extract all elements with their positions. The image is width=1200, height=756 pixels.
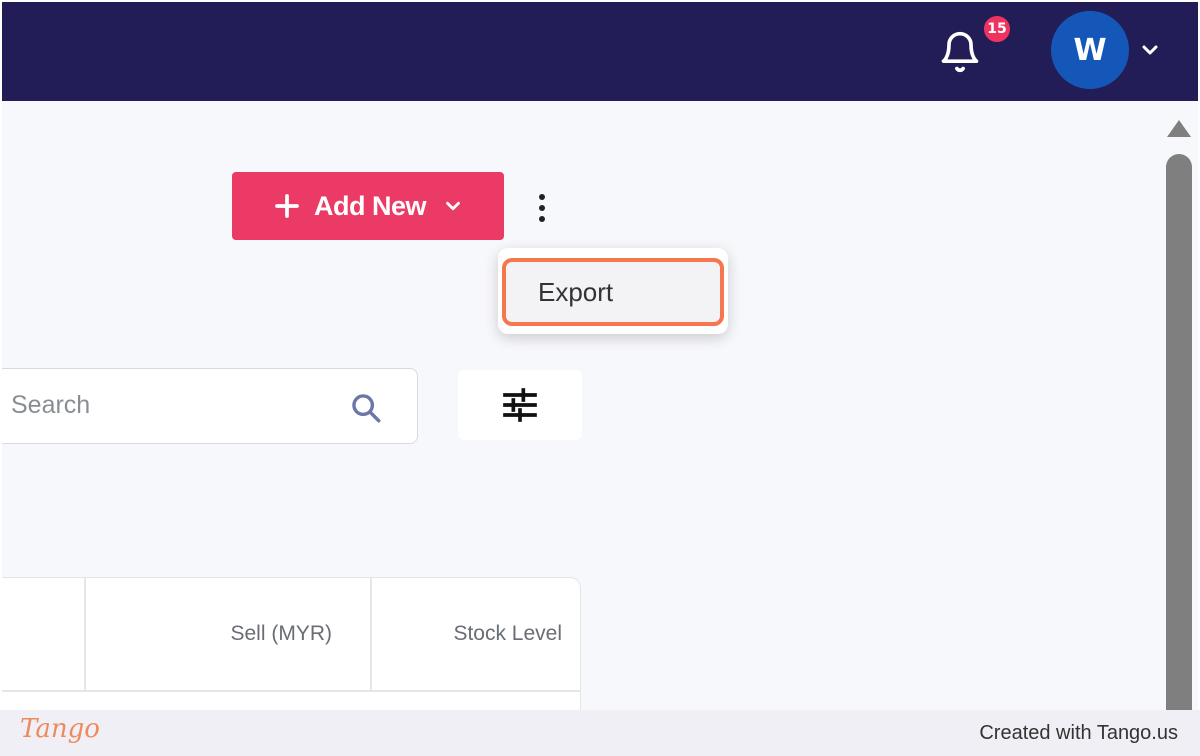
filter-button[interactable]: [458, 370, 582, 440]
notification-count-badge: 15: [982, 14, 1012, 44]
table-header-sell[interactable]: Sell (MYR): [86, 578, 372, 690]
top-navigation-bar: 15 W: [2, 2, 1198, 101]
user-avatar[interactable]: W: [1051, 11, 1129, 89]
search-box: [2, 368, 418, 444]
add-new-label: Add New: [313, 190, 427, 221]
scroll-up-arrow-icon[interactable]: [1164, 116, 1194, 140]
tango-footer: Tango Created with Tango.us: [0, 710, 1200, 756]
plus-icon: [275, 194, 299, 218]
chevron-down-icon[interactable]: [1138, 38, 1162, 62]
search-icon[interactable]: [349, 391, 383, 425]
search-input[interactable]: [11, 369, 341, 442]
table-header-cell[interactable]: [2, 578, 86, 690]
sliders-icon: [503, 388, 537, 422]
table-divider: [2, 690, 580, 692]
more-vertical-icon: [539, 194, 545, 200]
notifications-button[interactable]: [938, 30, 982, 74]
tango-logo: Tango: [20, 714, 100, 744]
add-new-button[interactable]: Add New: [232, 172, 504, 240]
app-window: 15 W Add New Export Search Sell (MYR) St…: [2, 2, 1198, 710]
scrollbar-thumb[interactable]: [1166, 154, 1192, 710]
products-table: Sell (MYR) Stock Level: [2, 578, 580, 710]
menu-item-export[interactable]: Export: [502, 258, 724, 326]
table-header-stock-level[interactable]: Stock Level: [372, 578, 580, 690]
bell-icon: [941, 31, 979, 72]
created-with-credit: Created with Tango.us: [979, 722, 1178, 744]
more-options-button[interactable]: [528, 188, 556, 228]
menu-item-export-label: Export: [538, 276, 614, 307]
chevron-down-icon: [446, 201, 460, 211]
